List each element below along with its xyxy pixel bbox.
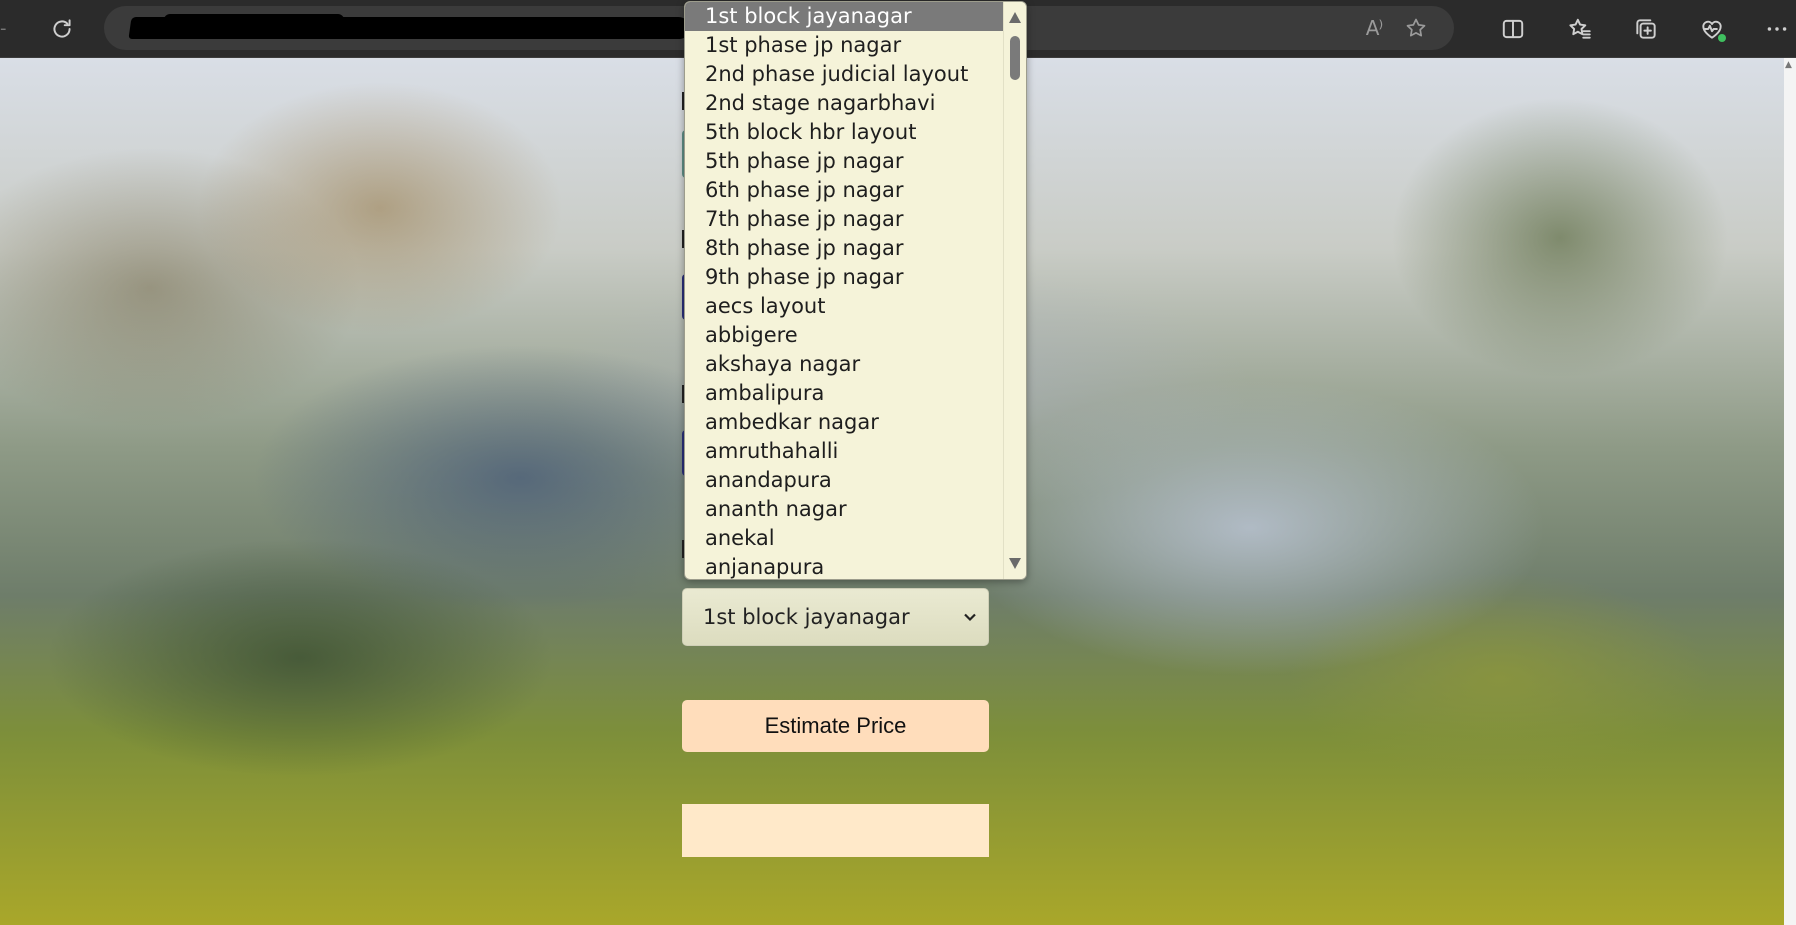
refresh-button[interactable] xyxy=(45,12,79,46)
browser-essentials-button[interactable] xyxy=(1695,12,1729,46)
location-option[interactable]: ambedkar nagar xyxy=(685,408,1004,437)
location-select[interactable]: 1st block jayanagar xyxy=(682,588,989,646)
scroll-up-arrow-icon[interactable] xyxy=(1009,12,1021,23)
refresh-icon xyxy=(53,19,71,38)
location-option[interactable]: aecs layout xyxy=(685,292,1004,321)
read-aloud-button[interactable]: A⁾ xyxy=(1360,14,1388,42)
location-option[interactable]: 6th phase jp nagar xyxy=(685,176,1004,205)
estimate-price-button[interactable]: Estimate Price xyxy=(682,700,989,752)
location-option[interactable]: anandapura xyxy=(685,466,1004,495)
status-dot xyxy=(1718,34,1726,42)
back-button-edge[interactable]: - xyxy=(0,18,7,40)
location-options: 1st block jayanagar 1st phase jp nagar 2nd… xyxy=(685,2,1004,579)
page-scrollbar[interactable]: ▲ xyxy=(1784,58,1796,925)
collections-button[interactable] xyxy=(1629,12,1663,46)
more-options-button[interactable] xyxy=(1760,12,1794,46)
read-aloud-icon: A⁾ xyxy=(1365,16,1384,40)
favorites-button[interactable] xyxy=(1563,12,1597,46)
location-option[interactable]: ambalipura xyxy=(685,379,1004,408)
location-option[interactable]: abbigere xyxy=(685,321,1004,350)
chevron-down-icon xyxy=(960,607,980,627)
location-select-value: 1st block jayanagar xyxy=(703,605,910,629)
location-option[interactable]: 7th phase jp nagar xyxy=(685,205,1004,234)
location-option[interactable]: 1st phase jp nagar xyxy=(685,31,1004,60)
location-option[interactable]: 2nd stage nagarbhavi xyxy=(685,89,1004,118)
location-dropdown-list[interactable]: 1st block jayanagar 1st phase jp nagar 2nd… xyxy=(684,1,1027,580)
split-screen-icon xyxy=(1502,19,1524,39)
add-favorite-button[interactable] xyxy=(1402,14,1430,42)
location-option[interactable]: 8th phase jp nagar xyxy=(685,234,1004,263)
scroll-up-icon: ▲ xyxy=(1785,60,1792,70)
location-option[interactable]: 2nd phase judicial layout xyxy=(685,60,1004,89)
favorite-star-icon xyxy=(1406,18,1426,37)
url-redaction-mark xyxy=(164,14,344,26)
location-option[interactable]: anekal xyxy=(685,524,1004,553)
location-option[interactable]: ananth nagar xyxy=(685,495,1004,524)
location-option[interactable]: 9th phase jp nagar xyxy=(685,263,1004,292)
scrollbar-thumb[interactable] xyxy=(1010,36,1020,80)
collections-icon xyxy=(1636,19,1656,39)
location-option[interactable]: anjanapura xyxy=(685,553,1004,579)
dropdown-scrollbar[interactable] xyxy=(1003,2,1026,579)
favorites-icon xyxy=(1569,18,1591,39)
location-option[interactable]: 1st block jayanagar xyxy=(685,2,1004,31)
scroll-down-arrow-icon[interactable] xyxy=(1009,558,1021,569)
location-option[interactable]: 5th block hbr layout xyxy=(685,118,1004,147)
location-option[interactable]: 5th phase jp nagar xyxy=(685,147,1004,176)
location-option[interactable]: akshaya nagar xyxy=(685,350,1004,379)
estimated-price-output xyxy=(682,804,989,857)
location-option[interactable]: amruthahalli xyxy=(685,437,1004,466)
more-options-icon xyxy=(1767,27,1787,31)
split-screen-button[interactable] xyxy=(1496,12,1530,46)
